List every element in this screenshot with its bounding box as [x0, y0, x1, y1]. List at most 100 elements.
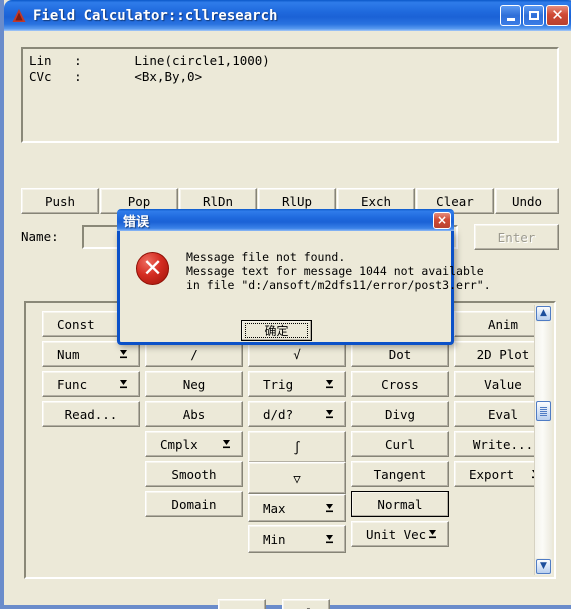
- calc-button-label: Cmplx: [160, 436, 198, 452]
- calculator-scrollbar[interactable]: ▲ ▼: [534, 305, 552, 575]
- stack-op-label: Undo: [511, 193, 543, 209]
- minimize-icon: [506, 17, 515, 21]
- calc-button-cross[interactable]: Cross: [351, 371, 449, 397]
- calc-button-domain[interactable]: Domain: [145, 491, 243, 517]
- scrollbar-track[interactable]: [535, 322, 552, 558]
- calc-button-[interactable]: ∫: [248, 431, 346, 463]
- window-title: Field Calculator::cllresearch: [33, 7, 278, 24]
- calc-button-smooth[interactable]: Smooth: [145, 461, 243, 487]
- dropdown-arrow-icon[interactable]: [118, 349, 129, 360]
- calc-button-unit-vec[interactable]: Unit Vec: [351, 521, 449, 547]
- caption-buttons: ✕: [500, 5, 571, 26]
- application-window: Field Calculator::cllresearch ✕ Lin : Li…: [0, 0, 571, 609]
- calc-button-label: Curl: [384, 436, 416, 452]
- calc-button-label: Domain: [171, 496, 217, 512]
- calc-button-trig[interactable]: Trig: [248, 371, 346, 397]
- calc-button-tangent[interactable]: Tangent: [351, 461, 449, 487]
- error-circle-icon: ✕: [136, 252, 169, 285]
- dropdown-arrow-icon[interactable]: [221, 439, 232, 450]
- dialog-close-button[interactable]: ×: [433, 211, 451, 229]
- calc-button-label: Normal: [377, 496, 423, 512]
- scroll-down-arrow-icon[interactable]: ▼: [536, 559, 551, 574]
- calc-button-label: Num: [57, 346, 80, 362]
- minimize-button[interactable]: [500, 5, 521, 26]
- calc-button-label: Abs: [182, 406, 206, 422]
- done-button[interactable]: Done: [218, 599, 266, 609]
- focus-rect: [245, 323, 308, 338]
- calc-button-label: Export: [469, 466, 515, 482]
- calc-button-cmplx[interactable]: Cmplx: [145, 431, 243, 457]
- dropdown-arrow-icon[interactable]: [427, 529, 438, 540]
- dialog-message: Message file not found. Message text for…: [186, 250, 491, 292]
- title-bar[interactable]: Field Calculator::cllresearch ✕: [4, 0, 571, 31]
- enter-button[interactable]: Enter: [474, 224, 559, 250]
- scrollbar-grip-icon: [540, 406, 547, 416]
- stack-line: Lin : Line(circle1,1000): [29, 53, 270, 68]
- calc-button-abs[interactable]: Abs: [145, 401, 243, 427]
- calc-button-label: Const: [57, 316, 95, 332]
- calc-button-max[interactable]: Max: [248, 494, 346, 522]
- calc-button-[interactable]: ▽: [248, 462, 346, 494]
- calc-button-label: /: [190, 346, 198, 362]
- calc-button-min[interactable]: Min: [248, 525, 346, 553]
- dropdown-arrow-icon[interactable]: [324, 409, 335, 420]
- calc-button-label: Trig: [263, 376, 294, 392]
- calc-button-label: Read...: [64, 406, 118, 422]
- calc-button-normal[interactable]: Normal: [351, 491, 449, 517]
- close-button[interactable]: ✕: [546, 5, 569, 26]
- dialog-title-bar[interactable]: 错误 ×: [117, 209, 454, 231]
- close-icon: ✕: [551, 5, 564, 24]
- maximize-button[interactable]: [523, 5, 544, 26]
- stack-op-button[interactable]: Push: [21, 188, 99, 214]
- calc-button-divg[interactable]: Divg: [351, 401, 449, 427]
- stack-display[interactable]: Lin : Line(circle1,1000) CVc : <Bx,By,0>: [21, 47, 559, 143]
- scroll-up-arrow-icon[interactable]: ▲: [536, 306, 551, 321]
- error-dialog: 错误 × ✕ Message file not found. Message t…: [117, 209, 491, 345]
- calc-button-label: Min: [263, 531, 286, 547]
- name-label: Name:: [21, 229, 59, 244]
- calc-button-label: Divg: [384, 406, 416, 422]
- stack-op-label: RlDn: [202, 193, 234, 209]
- calc-button-label: ∫: [293, 439, 301, 455]
- help-button[interactable]: Help: [282, 599, 330, 609]
- stack-op-button[interactable]: Undo: [495, 188, 559, 214]
- stack-op-label: Clear: [436, 193, 474, 209]
- stack-line: CVc : <Bx,By,0>: [29, 69, 203, 84]
- done-button-label: Done: [227, 606, 257, 609]
- calc-button-label: √: [293, 346, 301, 362]
- calc-button-label: Tangent: [373, 466, 427, 482]
- stack-op-label: Pop: [127, 193, 151, 209]
- calc-button-label: ▽: [293, 470, 301, 486]
- maximize-icon: [528, 11, 539, 20]
- error-x-glyph: ✕: [142, 253, 163, 282]
- calc-button-label: Dot: [388, 346, 412, 362]
- ansoft-logo-icon: [11, 8, 27, 24]
- calc-button-label: Smooth: [171, 466, 217, 482]
- enter-button-label: Enter: [497, 229, 536, 245]
- dialog-ok-button[interactable]: 确定: [241, 320, 312, 341]
- stack-op-label: Push: [44, 193, 76, 209]
- dropdown-arrow-icon[interactable]: [324, 379, 335, 390]
- dialog-title: 错误: [123, 214, 150, 230]
- calc-button-label: Anim: [487, 316, 519, 332]
- calc-button-label: Cross: [381, 376, 419, 392]
- calc-button-label: Neg: [182, 376, 206, 392]
- dropdown-arrow-icon[interactable]: [324, 503, 335, 514]
- dropdown-arrow-icon[interactable]: [324, 534, 335, 545]
- calc-button-label: Unit Vec: [366, 526, 427, 542]
- calc-button-d-d[interactable]: d/d?: [248, 401, 346, 427]
- calc-button-label: Value: [484, 376, 522, 392]
- dialog-close-icon: ×: [436, 213, 448, 227]
- calc-button-label: Func: [57, 376, 88, 392]
- stack-op-label: RlUp: [281, 193, 313, 209]
- calc-button-neg[interactable]: Neg: [145, 371, 243, 397]
- calc-button-label: d/d?: [263, 406, 294, 422]
- scrollbar-thumb[interactable]: [536, 401, 551, 421]
- dropdown-arrow-icon[interactable]: [118, 379, 129, 390]
- calc-button-func[interactable]: Func: [42, 371, 140, 397]
- calc-button-read[interactable]: Read...: [42, 401, 140, 427]
- calc-button-curl[interactable]: Curl: [351, 431, 449, 457]
- calc-button-label: Eval: [487, 406, 519, 422]
- help-button-label: Help: [291, 606, 321, 609]
- calc-button-label: Max: [263, 500, 286, 516]
